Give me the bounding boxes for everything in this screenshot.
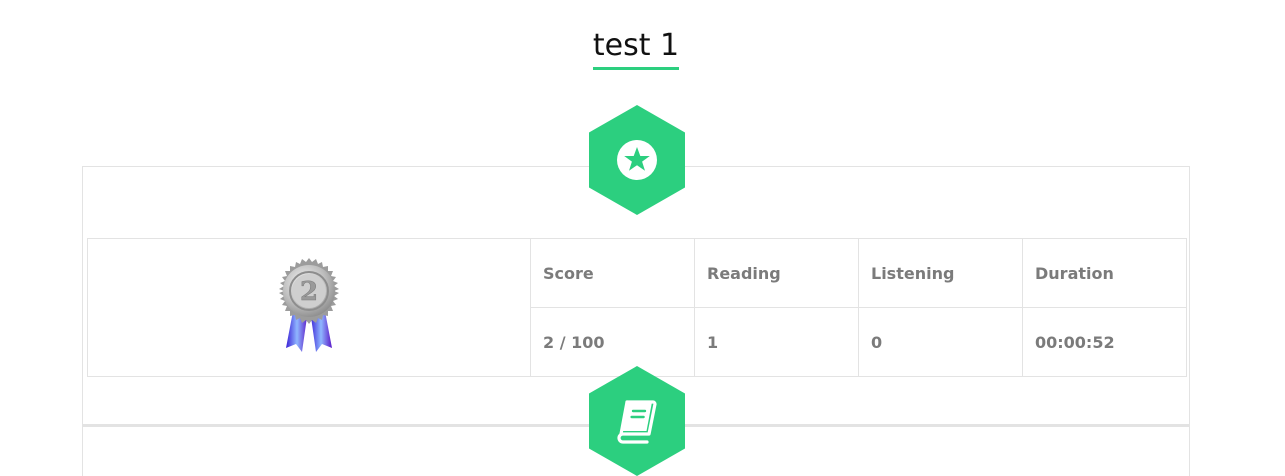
star-circle-icon [617, 140, 657, 180]
score-header: Score [530, 238, 695, 308]
duration-value: 00:00:52 [1022, 307, 1187, 377]
listening-header: Listening [858, 238, 1023, 308]
results-table: 2 Score Reading Listening Duration 2 / 1… [87, 238, 1187, 377]
medal-rank: 2 [300, 277, 318, 307]
test-result-page: test 1 2 Score Reading Listening Duratio… [0, 0, 1285, 476]
reading-header: Reading [694, 238, 859, 308]
page-title: test 1 [592, 26, 680, 70]
medal-cell: 2 [87, 238, 531, 377]
title-wrap: test 1 [0, 26, 1272, 70]
results-header-row: 2 Score Reading Listening Duration [87, 238, 1187, 377]
silver-medal-icon: 2 [279, 257, 339, 352]
book-icon [617, 400, 657, 444]
duration-header: Duration [1022, 238, 1187, 308]
listening-value: 0 [858, 307, 1023, 377]
score-value: 2 / 100 [530, 307, 695, 377]
reading-value: 1 [694, 307, 859, 377]
